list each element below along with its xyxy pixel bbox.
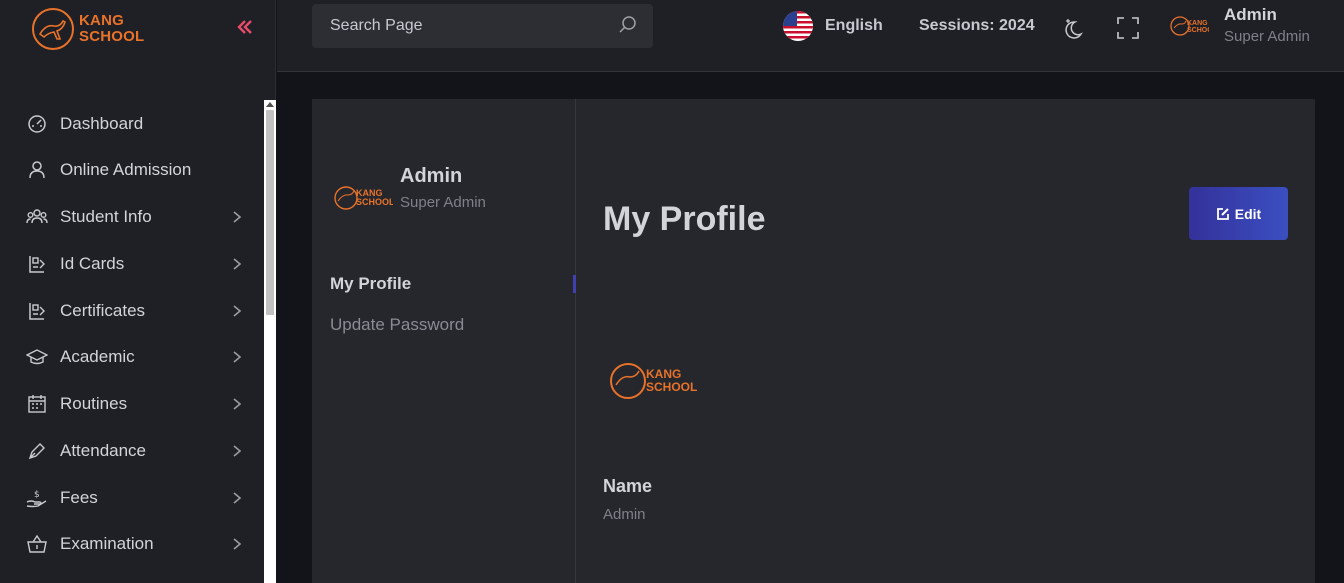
- sidebar-item-label: Fees: [60, 488, 98, 507]
- sidebar-item-label: Dashboard: [60, 114, 144, 133]
- double-chevron-left-icon: [237, 20, 252, 34]
- moon-icon[interactable]: [1063, 16, 1087, 40]
- profile-role: Super Admin: [400, 194, 486, 211]
- users-group-icon: [26, 206, 48, 228]
- fullscreen-icon[interactable]: [1117, 17, 1139, 39]
- profile-avatar: KANG SCHOOL: [334, 186, 393, 210]
- menu-my-profile[interactable]: My Profile: [330, 274, 411, 294]
- language-selector[interactable]: English: [825, 17, 883, 35]
- search-icon[interactable]: [618, 15, 638, 35]
- sidebar-item-label: Student Info: [60, 207, 152, 226]
- chevron-right-icon: [233, 398, 242, 410]
- chevron-right-icon: [233, 351, 242, 363]
- money-hand-icon: $: [26, 487, 48, 509]
- page-title: My Profile: [603, 200, 766, 238]
- id-card-icon: [26, 253, 48, 275]
- sidebar-item-dashboard[interactable]: Dashboard: [0, 104, 264, 144]
- brand-logo[interactable]: KANG SCHOOL: [30, 6, 144, 52]
- sidebar-scrollbar-thumb[interactable]: [266, 110, 274, 315]
- chevron-right-icon: [233, 492, 242, 504]
- sidebar-item-online-admission[interactable]: Online Admission: [0, 150, 264, 190]
- kangaroo-logo-icon: [32, 8, 74, 50]
- edit-icon: [1216, 207, 1229, 220]
- sidebar-item-student-info[interactable]: Student Info: [0, 197, 264, 237]
- svg-text:$: $: [34, 490, 40, 500]
- header-user-name[interactable]: Admin: [1224, 5, 1277, 25]
- graduation-cap-icon: [26, 346, 48, 368]
- user-icon: [26, 159, 48, 181]
- edit-button-label: Edit: [1234, 205, 1262, 222]
- basket-icon: [26, 533, 48, 555]
- profile-name: Admin: [400, 165, 463, 187]
- scroll-up-arrow-icon[interactable]: [266, 102, 274, 107]
- chevron-right-icon: [233, 211, 242, 223]
- certificate-icon: [26, 300, 48, 322]
- name-field-value: Admin: [603, 506, 646, 523]
- sidebar-item-attendance[interactable]: Attendance: [0, 431, 264, 471]
- search-input[interactable]: [312, 4, 612, 48]
- sidebar-item-academic[interactable]: Academic: [0, 337, 264, 377]
- topbar: English Sessions: 2024 KANG SCHOOL Admin…: [277, 0, 1344, 72]
- edit-button[interactable]: Edit: [1189, 187, 1288, 240]
- header-user-role: Super Admin: [1224, 28, 1310, 45]
- sidebar: KANG SCHOOL Dashboard Online Admission S…: [0, 0, 276, 583]
- avatar[interactable]: KANG SCHOOL: [1169, 14, 1209, 38]
- gauge-icon: [26, 113, 48, 135]
- profile-photo-brand-line2: SCHOOL: [646, 380, 697, 394]
- profile-photo: KANG SCHOOL: [610, 363, 697, 399]
- profile-sidebar: KANG SCHOOL Admin Super Admin My Profile…: [312, 99, 576, 583]
- collapse-sidebar-button[interactable]: [236, 18, 258, 42]
- sidebar-item-certificates[interactable]: Certificates: [0, 291, 264, 331]
- sidebar-item-label: Examination: [60, 534, 154, 553]
- profile-avatar-brand-line2: SCHOOL: [356, 197, 393, 207]
- sidebar-item-label: Certificates: [60, 301, 146, 320]
- sidebar-item-examination[interactable]: Examination: [0, 524, 264, 564]
- chevron-right-icon: [233, 538, 242, 550]
- active-menu-indicator: [573, 275, 576, 293]
- menu-update-password[interactable]: Update Password: [330, 315, 464, 335]
- sidebar-item-id-cards[interactable]: Id Cards: [0, 244, 264, 284]
- profile-photo-brand-line1: KANG: [646, 367, 681, 381]
- sessions-selector[interactable]: Sessions: 2024: [919, 17, 1035, 35]
- sidebar-item-label: Online Admission: [60, 160, 192, 179]
- sidebar-item-routines[interactable]: Routines: [0, 384, 264, 424]
- avatar-brand-line1: KANG: [1187, 20, 1208, 27]
- chevron-right-icon: [233, 445, 242, 457]
- profile-card: KANG SCHOOL Admin Super Admin My Profile…: [312, 99, 1315, 583]
- sidebar-item-label: Routines: [60, 394, 128, 413]
- name-field-label: Name: [603, 476, 653, 496]
- brand-name-line2: SCHOOL: [79, 28, 145, 45]
- chevron-right-icon: [233, 258, 242, 270]
- sidebar-item-label: Attendance: [60, 441, 147, 460]
- sidebar-item-label: Academic: [60, 347, 135, 366]
- pen-icon: [26, 440, 48, 462]
- search-box: [312, 4, 653, 48]
- sidebar-item-fees[interactable]: $ Fees: [0, 478, 264, 518]
- sidebar-item-label: Id Cards: [60, 254, 125, 273]
- brand-name-line1: KANG: [79, 12, 124, 29]
- chevron-right-icon: [233, 305, 242, 317]
- avatar-brand-line2: SCHOOL: [1187, 27, 1209, 34]
- calendar-icon: [26, 393, 48, 415]
- us-flag-icon[interactable]: [783, 11, 813, 41]
